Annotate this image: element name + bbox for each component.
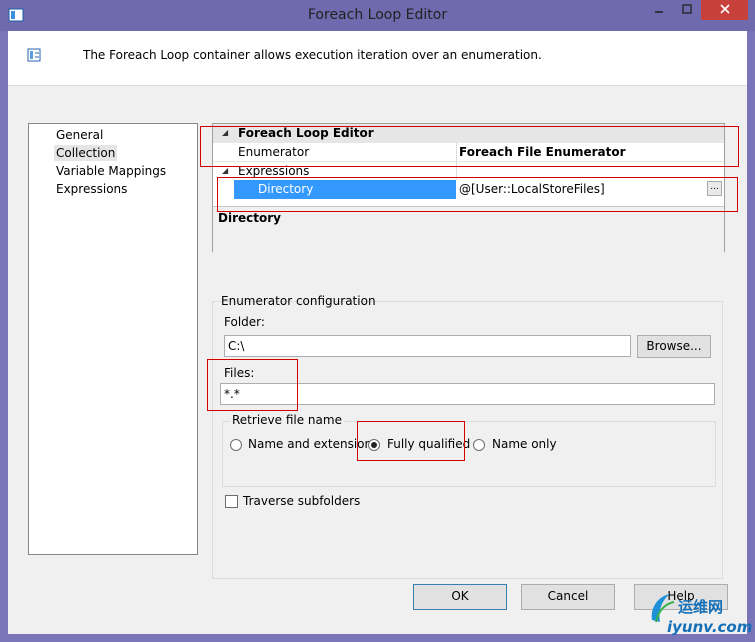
dialog-window: Foreach Loop Editor The Foreach Loop con…: [0, 0, 755, 642]
annotation-box-directory: [217, 177, 738, 212]
navigation-pane: General Collection Variable Mappings Exp…: [28, 123, 198, 555]
close-icon: [719, 4, 730, 14]
nav-item-general[interactable]: General: [54, 127, 105, 143]
browse-button[interactable]: Browse...: [637, 335, 711, 358]
retrieve-file-name-group: [222, 421, 716, 487]
nav-item-collection[interactable]: Collection: [54, 145, 118, 161]
watermark-url: iyunv.com: [667, 618, 753, 636]
header-description: The Foreach Loop container allows execut…: [83, 48, 542, 62]
dialog-body: General Collection Variable Mappings Exp…: [8, 86, 747, 634]
cancel-button[interactable]: Cancel: [521, 584, 615, 610]
header-area: The Foreach Loop container allows execut…: [8, 31, 747, 86]
radio-label-name-and-extension[interactable]: Name and extension: [248, 437, 372, 451]
ok-button[interactable]: OK: [413, 584, 507, 610]
radio-name-and-extension[interactable]: [230, 439, 242, 451]
watermark-text: 运维网: [678, 598, 724, 616]
close-button[interactable]: [701, 0, 748, 20]
minimize-button[interactable]: [645, 0, 673, 20]
minimize-icon: [655, 11, 663, 13]
description-panel: Directory: [213, 206, 724, 252]
maximize-icon: [682, 4, 692, 14]
enumerator-configuration-title: Enumerator configuration: [221, 294, 376, 308]
folder-label: Folder:: [224, 315, 265, 329]
description-title: Directory: [218, 211, 281, 225]
retrieve-file-name-title: Retrieve file name: [230, 413, 344, 427]
annotation-box-files: [207, 359, 298, 411]
foreach-container-icon: [27, 48, 41, 62]
window-title: Foreach Loop Editor: [307, 7, 448, 23]
maximize-button[interactable]: [673, 0, 701, 20]
annotation-box-fully-qualified: [357, 421, 465, 461]
title-bar[interactable]: Foreach Loop Editor: [0, 0, 755, 31]
nav-item-expressions[interactable]: Expressions: [54, 181, 129, 197]
collapse-triangle-icon[interactable]: ◢: [222, 166, 228, 175]
folder-input[interactable]: C:\: [224, 335, 631, 357]
traverse-subfolders-checkbox[interactable]: [225, 495, 238, 508]
dialog-client: The Foreach Loop container allows execut…: [8, 31, 747, 634]
nav-item-variable-mappings[interactable]: Variable Mappings: [54, 163, 168, 179]
annotation-box-grid-header: [200, 126, 739, 167]
radio-name-only[interactable]: [473, 439, 485, 451]
traverse-subfolders-label[interactable]: Traverse subfolders: [243, 494, 360, 508]
radio-label-name-only[interactable]: Name only: [492, 437, 557, 451]
